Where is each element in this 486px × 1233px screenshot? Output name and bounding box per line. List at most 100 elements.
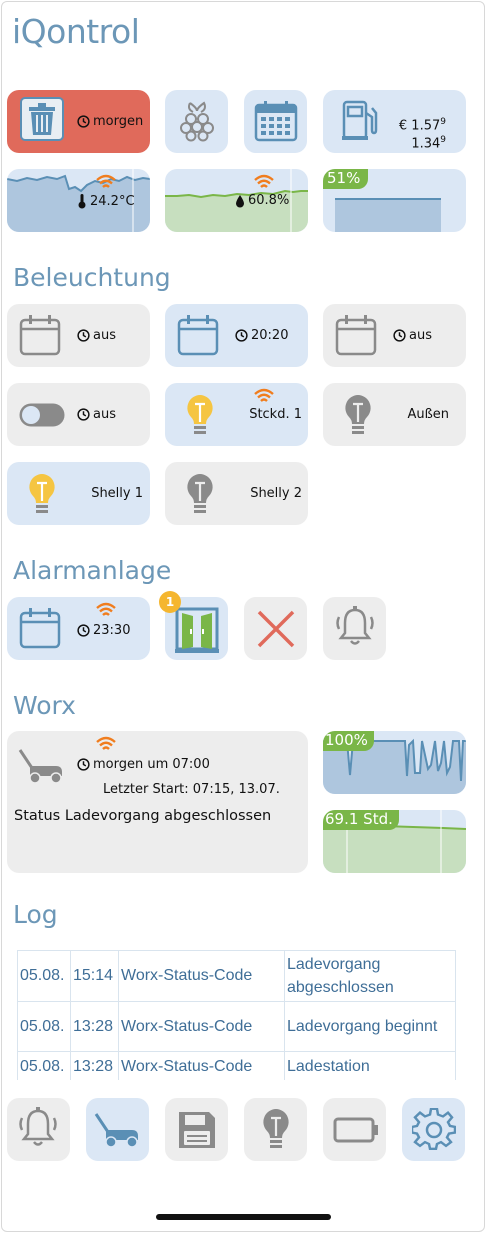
- calendar-icon: [19, 608, 61, 649]
- table-row: 05.08. 15:14 Worx-Status-Code Ladevorgan…: [17, 951, 456, 1002]
- battery-percent-badge: 51%: [323, 169, 369, 189]
- lighting-schedule-2-tile[interactable]: 20:20: [165, 304, 308, 367]
- lightbulb-on-icon: [187, 395, 213, 434]
- table-row: 05.08. 13:28 Worx-Status-Code Ladevorgan…: [17, 1002, 456, 1052]
- nav-lighting-button[interactable]: [244, 1098, 307, 1161]
- fuel-price-2: 1.349: [411, 135, 446, 152]
- table-row: 05.08. 13:28 Worx-Status-Code Ladestatio…: [17, 1052, 456, 1080]
- worx-hours-badge: 69.1 Std.: [323, 810, 399, 830]
- trash-tile[interactable]: morgen: [7, 90, 150, 153]
- wifi-icon: [96, 602, 116, 616]
- wifi-icon: [96, 736, 116, 750]
- log-source: Worx-Status-Code: [119, 1052, 285, 1080]
- battery-icon: [333, 1117, 378, 1143]
- humidity-tile[interactable]: 60.8%: [165, 169, 308, 232]
- door-tile[interactable]: 1: [159, 591, 228, 660]
- worx-status-tile[interactable]: morgen um 07:00 Letzter Start: 07:15, 13…: [7, 731, 308, 873]
- trash-icon: [20, 97, 64, 141]
- lighting-schedule-1-tile[interactable]: aus: [7, 304, 150, 367]
- section-title-log: Log: [13, 900, 58, 929]
- log-date: 05.08.: [17, 1002, 71, 1051]
- home-indicator: [156, 1214, 331, 1220]
- light-aussen-tile[interactable]: Außen: [323, 383, 466, 446]
- door-notification-badge: 1: [159, 591, 181, 613]
- worx-last-start: Letzter Start: 07:15, 13.07.: [103, 782, 280, 797]
- lighting-toggle-label: aus: [93, 407, 116, 422]
- alarm-schedule-tile[interactable]: 23:30: [7, 597, 150, 660]
- lighting-schedule-3-label: aus: [409, 328, 432, 343]
- section-title-alarm: Alarmanlage: [13, 556, 172, 585]
- wifi-icon: [254, 388, 274, 402]
- light-shelly1-tile[interactable]: Shelly 1: [7, 462, 150, 525]
- log-source: Worx-Status-Code: [119, 951, 285, 1001]
- worx-battery-tile[interactable]: 100%: [323, 731, 466, 794]
- bulb-icon: [263, 1109, 289, 1148]
- clock-icon: [77, 115, 90, 128]
- fuel-price-1: € 1.579: [398, 117, 446, 134]
- lighting-toggle-tile[interactable]: aus: [7, 383, 150, 446]
- clock-icon: [77, 624, 90, 637]
- section-title-worx: Worx: [13, 691, 76, 720]
- lighting-schedule-1-label: aus: [93, 328, 116, 343]
- trash-label: morgen: [93, 114, 144, 129]
- lawnmower-icon: [94, 1113, 138, 1148]
- lightbulb-off-icon: [187, 474, 213, 513]
- log-table: 05.08. 15:14 Worx-Status-Code Ladevorgan…: [17, 950, 456, 1080]
- nav-save-button[interactable]: [165, 1098, 228, 1161]
- calendar-icon: [177, 315, 219, 356]
- log-date: 05.08.: [17, 951, 71, 1001]
- battery-level-tile[interactable]: 51%: [323, 169, 466, 232]
- calendar-grid-icon: [254, 101, 298, 142]
- nav-alarm-button[interactable]: [7, 1098, 70, 1161]
- clock-icon: [393, 329, 406, 342]
- calendar-icon: [335, 315, 377, 356]
- calendar-icon: [19, 315, 61, 356]
- toggle-switch-icon[interactable]: [19, 403, 65, 427]
- raspberry-tile[interactable]: [165, 90, 228, 153]
- lawnmower-icon: [18, 749, 62, 784]
- lightbulb-on-icon: [29, 474, 55, 513]
- raspberry-icon: [180, 101, 214, 142]
- clock-icon: [77, 329, 90, 342]
- calendar-tile[interactable]: [244, 90, 307, 153]
- humidity-value: 60.8%: [248, 193, 290, 208]
- log-time: 13:28: [71, 1052, 119, 1080]
- nav-worx-button[interactable]: [86, 1098, 149, 1161]
- fuel-pump-icon: [342, 100, 378, 140]
- wifi-icon: [254, 174, 274, 188]
- light-aussen-label: Außen: [407, 407, 449, 422]
- nav-battery-button[interactable]: [323, 1098, 386, 1161]
- light-stckd1-tile[interactable]: Stckd. 1: [165, 383, 308, 446]
- wifi-icon: [96, 174, 116, 188]
- alarm-schedule-label: 23:30: [93, 623, 131, 638]
- floppy-icon: [179, 1112, 215, 1148]
- app-title: iQontrol: [12, 12, 140, 51]
- section-title-lighting: Beleuchtung: [13, 263, 171, 292]
- light-shelly2-label: Shelly 2: [250, 486, 302, 501]
- alarm-bell-tile[interactable]: [323, 597, 386, 660]
- log-message: Ladevorgang beginnt: [285, 1002, 456, 1051]
- worx-battery-badge: 100%: [323, 731, 374, 751]
- worx-hours-tile[interactable]: 69.1 Std.: [323, 810, 466, 873]
- nav-settings-button[interactable]: [402, 1098, 465, 1161]
- log-source: Worx-Status-Code: [119, 1002, 285, 1051]
- temperature-value: 24.2°C: [90, 193, 135, 209]
- clock-icon: [235, 329, 248, 342]
- log-date: 05.08.: [17, 1052, 71, 1080]
- bell-ringing-icon: [336, 606, 374, 645]
- lighting-schedule-3-tile[interactable]: aus: [323, 304, 466, 367]
- log-message: Ladestation: [285, 1052, 456, 1080]
- log-message: Ladevorgang abgeschlossen: [285, 951, 456, 1001]
- lightbulb-off-icon: [345, 395, 371, 434]
- fuel-price-tile[interactable]: € 1.579 1.349: [323, 90, 466, 153]
- close-x-icon: [257, 610, 295, 648]
- temperature-tile[interactable]: 24.2°C: [7, 169, 150, 232]
- light-shelly2-tile[interactable]: Shelly 2: [165, 462, 308, 525]
- lighting-schedule-2-label: 20:20: [251, 328, 289, 343]
- worx-next-run: morgen um 07:00: [93, 757, 210, 772]
- thermometer-icon: [78, 194, 86, 209]
- alarm-disarm-tile[interactable]: [244, 597, 307, 660]
- bell-icon: [19, 1107, 57, 1146]
- light-shelly1-label: Shelly 1: [91, 486, 143, 501]
- clock-icon: [77, 758, 90, 771]
